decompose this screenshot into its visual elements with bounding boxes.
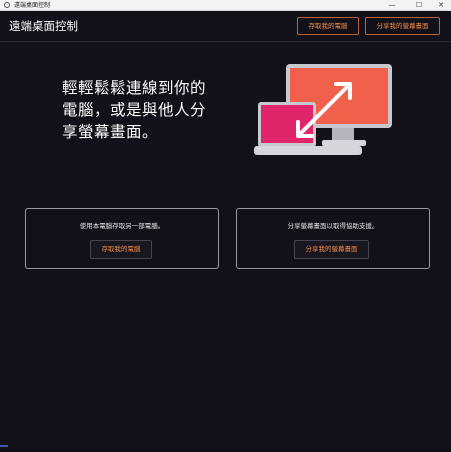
minimize-button[interactable]: — [382, 0, 402, 11]
share-card: 分享螢幕畫面以取得協助支援。 分享我的螢幕畫面 [236, 208, 430, 269]
window-title: 遠端桌面控制 [14, 2, 51, 9]
window-titlebar: 遠端桌面控制 — ☐ ✕ [0, 0, 451, 11]
large-monitor-stand [332, 128, 354, 142]
close-button[interactable]: ✕ [431, 0, 451, 11]
small-monitor-base [254, 146, 362, 155]
app-icon [4, 2, 10, 8]
share-my-screen-button[interactable]: 分享我的螢幕畫面 [365, 17, 440, 35]
access-card: 使用本電腦存取另一部電腦。 存取我的電腦 [25, 208, 219, 269]
access-my-computer-button[interactable]: 存取我的電腦 [297, 17, 359, 35]
large-monitor-base [322, 140, 366, 146]
share-card-button[interactable]: 分享我的螢幕畫面 [294, 240, 369, 259]
app-header: 遠端桌面控制 存取我的電腦 分享我的螢幕畫面 [0, 11, 451, 42]
page-title: 遠端桌面控制 [9, 19, 78, 33]
access-card-text: 使用本電腦存取另一部電腦。 [79, 222, 165, 230]
monitors-connect-icon [254, 64, 392, 155]
window-edge-marker [0, 445, 8, 447]
maximize-button[interactable]: ☐ [409, 0, 429, 11]
share-card-text: 分享螢幕畫面以取得協助支援。 [287, 222, 379, 230]
hero-text: 輕輕鬆鬆連線到你的電腦，或是與他人分享螢幕畫面。 [62, 79, 207, 141]
access-card-button[interactable]: 存取我的電腦 [90, 240, 152, 259]
